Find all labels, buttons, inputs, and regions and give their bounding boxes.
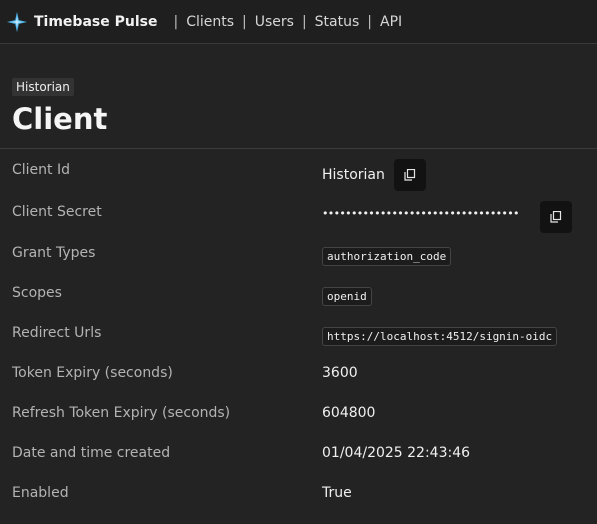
top-nav-bar: Timebase Pulse | Clients | Users | Statu…	[0, 0, 597, 44]
star-logo-icon	[6, 11, 28, 32]
redirect-urls-label: Redirect Urls	[12, 325, 102, 341]
scopes-label: Scopes	[12, 285, 62, 301]
refresh-token-expiry-label: Refresh Token Expiry (seconds)	[12, 405, 231, 421]
nav-separator: |	[367, 13, 373, 30]
date-created-row: Date and time created 01/04/2025 22:43:4…	[12, 433, 585, 473]
page-title: Client	[12, 102, 108, 136]
client-id-value: Historian	[322, 167, 385, 183]
redirect-urls-row: Redirect Urls https://localhost:4512/sig…	[12, 313, 585, 353]
scopes-value: openid	[322, 287, 372, 306]
enabled-row: Enabled True	[12, 473, 585, 513]
client-secret-label: Client Secret	[12, 204, 102, 220]
client-secret-row: Client Secret ••••••••••••••••••••••••••…	[12, 191, 585, 233]
token-expiry-label: Token Expiry (seconds)	[12, 365, 173, 381]
copy-icon	[550, 211, 562, 223]
nav-separator: |	[242, 13, 247, 30]
redirect-urls-value: https://localhost:4512/signin-oidc	[322, 327, 558, 346]
client-name-tag: Historian	[12, 78, 74, 96]
copy-client-secret-button[interactable]	[540, 201, 572, 233]
date-created-label: Date and time created	[12, 445, 171, 461]
client-id-row: Client Id Historian	[12, 149, 585, 191]
nav-status-link[interactable]: Status	[315, 14, 360, 30]
nav-users-link[interactable]: Users	[255, 14, 294, 30]
enabled-value: True	[322, 485, 352, 501]
token-expiry-value: 3600	[322, 365, 358, 381]
grant-types-value: authorization_code	[322, 247, 452, 266]
refresh-token-expiry-value: 604800	[322, 405, 376, 421]
brand-name[interactable]: Timebase Pulse	[34, 14, 157, 30]
refresh-token-expiry-row: Refresh Token Expiry (seconds) 604800	[12, 393, 585, 433]
grant-types-row: Grant Types authorization_code	[12, 233, 585, 273]
scopes-row: Scopes openid	[12, 273, 585, 313]
nav-separator: |	[301, 13, 307, 30]
enabled-label: Enabled	[12, 485, 69, 501]
nav-separator: |	[173, 13, 179, 30]
client-id-label: Client Id	[12, 162, 70, 178]
token-expiry-row: Token Expiry (seconds) 3600	[12, 353, 585, 393]
nav-clients-link[interactable]: Clients	[186, 14, 234, 30]
client-details-panel: Historian Client Client Id Historian Cli…	[0, 44, 597, 513]
copy-client-id-button[interactable]	[394, 159, 426, 191]
grant-types-label: Grant Types	[12, 245, 96, 261]
copy-icon	[404, 169, 416, 181]
nav-api-link[interactable]: API	[380, 14, 402, 30]
date-created-value: 01/04/2025 22:43:46	[322, 445, 471, 461]
client-secret-value: ••••••••••••••••••••••••••••••••••	[322, 207, 520, 220]
